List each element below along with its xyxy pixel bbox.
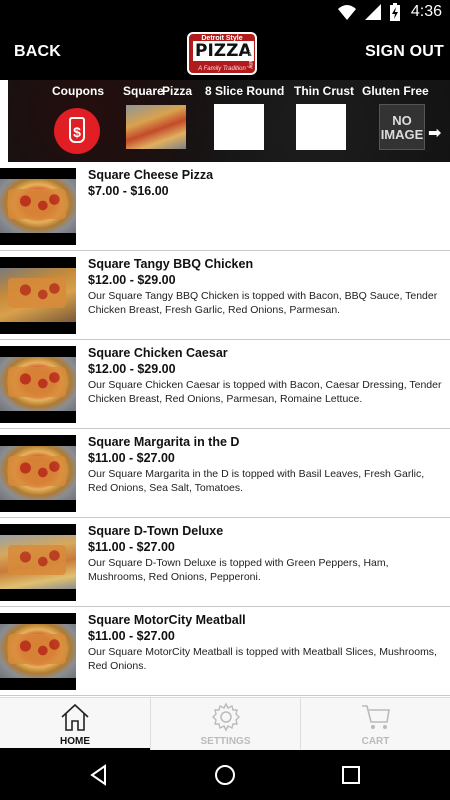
- sign-out-button[interactable]: SIGN OUT: [365, 43, 444, 61]
- product-description: Our Square MotorCity Meatball is topped …: [88, 646, 437, 672]
- product-name: Square D-Town Deluxe: [88, 524, 224, 538]
- tab-cart[interactable]: CART: [300, 698, 450, 751]
- product-price: $7.00 - $16.00: [88, 184, 169, 198]
- tab-label: CART: [361, 736, 390, 747]
- category-label: Coupons: [52, 84, 104, 98]
- list-item[interactable]: Square Margarita in the D $11.00 - $27.0…: [0, 429, 450, 518]
- home-circle-icon[interactable]: [214, 764, 236, 786]
- bottom-tab-bar: HOME SETTINGS CART: [0, 697, 450, 751]
- home-icon: [61, 703, 89, 731]
- wifi-icon: [337, 5, 356, 20]
- product-image: [0, 435, 76, 512]
- category-label: Square: [123, 84, 164, 98]
- product-image: [0, 346, 76, 423]
- product-description: Our Square D-Town Deluxe is topped with …: [88, 557, 389, 583]
- status-time: 4:36: [410, 3, 442, 20]
- product-price: $11.00 - $27.00: [88, 629, 175, 643]
- category-gluten-free[interactable]: Gluten Free M: [362, 84, 432, 98]
- back-button[interactable]: BACK: [14, 43, 61, 61]
- system-nav-bar: [0, 750, 450, 800]
- category-label: Gluten Free M: [362, 84, 432, 98]
- tab-settings[interactable]: SETTINGS: [150, 698, 300, 751]
- status-bar: 4:36: [0, 0, 450, 25]
- tab-label: SETTINGS: [200, 736, 251, 747]
- no-image-placeholder[interactable]: NO IMAGE: [379, 104, 425, 150]
- app-header: BACK Detroit Style PIZZA Company A Famil…: [0, 25, 450, 80]
- logo-line3: Company: [247, 43, 253, 69]
- product-price: $12.00 - $29.00: [88, 273, 176, 287]
- product-name: Square Chicken Caesar: [88, 346, 228, 360]
- list-item[interactable]: Square D-Town Deluxe $11.00 - $27.00 Our…: [0, 518, 450, 607]
- category-thin-crust[interactable]: Thin Crust: [294, 84, 354, 98]
- product-image: [0, 168, 76, 245]
- product-image: [0, 613, 76, 690]
- product-image: [0, 257, 76, 334]
- gear-icon: [212, 702, 240, 732]
- list-item[interactable]: Square MotorCity Meatball $11.00 - $27.0…: [0, 607, 450, 696]
- cart-icon: [362, 705, 390, 729]
- battery-charging-icon: [389, 3, 400, 21]
- product-name: Square MotorCity Meatball: [88, 613, 246, 627]
- category-label: Thin Crust: [294, 84, 354, 98]
- tab-label: HOME: [60, 736, 90, 747]
- list-item[interactable]: Square Chicken Caesar $12.00 - $29.00 Ou…: [0, 340, 450, 429]
- category-strip[interactable]: Coupons $ Square Pizza 8 Slice Round Thi…: [0, 80, 450, 162]
- category-pizza[interactable]: Pizza: [162, 84, 192, 98]
- product-price: $12.00 - $29.00: [88, 362, 176, 376]
- category-8-slice-round[interactable]: 8 Slice Round: [205, 84, 285, 98]
- category-coupons[interactable]: Coupons: [52, 84, 104, 98]
- category-strip-edge: [0, 80, 8, 162]
- status-icons: 4:36: [337, 3, 442, 21]
- back-triangle-icon[interactable]: [88, 764, 110, 786]
- product-description: Our Square Tangy BBQ Chicken is topped w…: [88, 290, 438, 316]
- product-name: Square Margarita in the D: [88, 435, 240, 449]
- list-item[interactable]: Square Cheese Pizza $7.00 - $16.00: [0, 162, 450, 251]
- product-price: $11.00 - $27.00: [88, 451, 175, 465]
- pizza-thumbnail[interactable]: [126, 105, 186, 149]
- category-thumbnail-blank[interactable]: [296, 104, 346, 150]
- product-list[interactable]: Square Cheese Pizza $7.00 - $16.00 Squar…: [0, 162, 450, 697]
- logo-line2: PIZZA: [193, 41, 254, 61]
- category-thumbnail-blank[interactable]: [214, 104, 264, 150]
- logo-line4: A Family Tradition: [198, 66, 246, 72]
- signal-icon: [364, 4, 381, 20]
- recents-square-icon[interactable]: [340, 764, 362, 786]
- brand-logo: Detroit Style PIZZA Company A Family Tra…: [187, 32, 257, 75]
- category-label: Pizza: [162, 84, 193, 98]
- list-item[interactable]: Square Tangy BBQ Chicken $12.00 - $29.00…: [0, 251, 450, 340]
- category-label: 8 Slice Round: [205, 84, 285, 98]
- product-price: $11.00 - $27.00: [88, 540, 175, 554]
- product-name: Square Tangy BBQ Chicken: [88, 257, 254, 271]
- product-description: Our Square Margarita in the D is topped …: [88, 468, 425, 494]
- coupon-tag-icon[interactable]: $: [54, 108, 100, 154]
- product-description: Our Square Chicken Caesar is topped with…: [88, 379, 442, 405]
- category-square[interactable]: Square: [123, 84, 164, 98]
- product-image: [0, 524, 76, 601]
- scroll-right-arrow-icon[interactable]: ➡: [428, 123, 441, 143]
- tab-home[interactable]: HOME: [0, 698, 150, 751]
- product-name: Square Cheese Pizza: [88, 168, 214, 182]
